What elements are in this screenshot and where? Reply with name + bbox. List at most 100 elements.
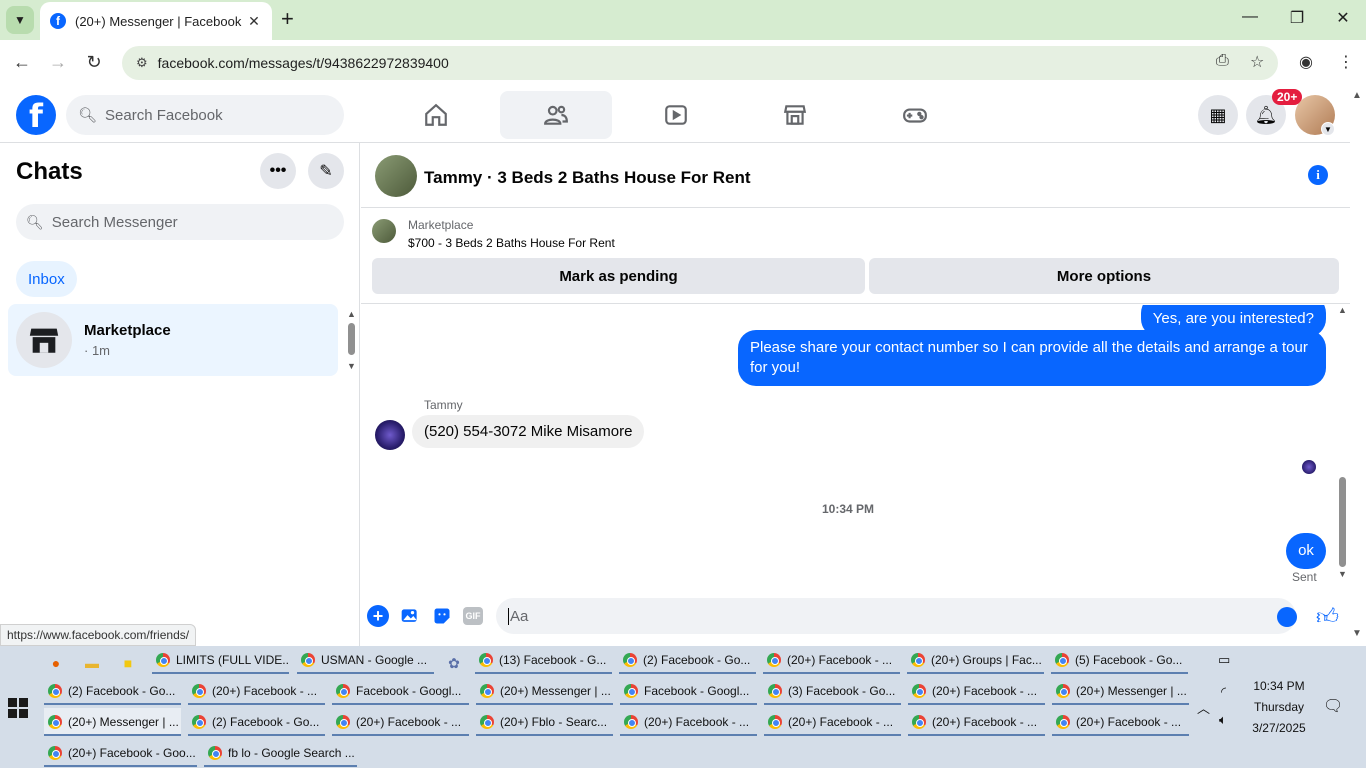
scroll-up-icon[interactable]: ▲ <box>1338 305 1347 315</box>
message-bubble-outgoing[interactable]: ok <box>1286 533 1326 569</box>
taskbar-window[interactable]: LIMITS (FULL VIDE... <box>152 646 289 674</box>
chevron-up-icon[interactable]: ︿ <box>1197 698 1210 717</box>
back-button[interactable]: ← <box>10 52 34 73</box>
search-icon: 🔍︎ <box>78 107 98 124</box>
chrome-icon <box>192 684 206 698</box>
taskbar-window[interactable]: (20+) Fblo - Searc... <box>476 708 613 736</box>
tab-close-icon[interactable]: ✕ <box>246 13 262 30</box>
file-explorer-icon[interactable]: ▬ <box>81 652 103 674</box>
close-window-button[interactable]: ✕ <box>1328 8 1358 28</box>
system-clock[interactable]: 10:34 PM Thursday 3/27/2025 <box>1244 676 1314 739</box>
minimize-button[interactable]: — <box>1235 8 1265 26</box>
taskbar-window[interactable]: (20+) Facebook - ... <box>620 708 757 736</box>
taskbar-window[interactable]: (2) Facebook - Go... <box>44 677 181 705</box>
taskbar-window[interactable]: (20+) Facebook - ... <box>764 708 901 736</box>
mark-as-pending-button[interactable]: Mark as pending <box>372 258 865 294</box>
notification-center-icon[interactable]: 🗨︎ <box>1323 696 1343 716</box>
omnibox[interactable]: ⚙ facebook.com/messages/t/94386229728394… <box>122 46 1278 80</box>
facebook-search-input[interactable]: 🔍︎ Search Facebook <box>66 95 344 135</box>
restore-button[interactable]: ❐ <box>1282 8 1312 28</box>
sidebar-scroll-thumb[interactable] <box>348 323 355 355</box>
taskbar-window-label: (20+) Facebook - ... <box>1076 715 1182 729</box>
taskbar-window[interactable]: (20+) Messenger | ... <box>476 677 613 705</box>
sticky-notes-icon[interactable]: ■ <box>117 652 139 674</box>
sticker-icon[interactable] <box>431 605 453 627</box>
page-scroll-up-icon[interactable]: ▲ <box>1352 90 1362 101</box>
taskbar-window[interactable]: Facebook - Googl... <box>332 677 469 705</box>
taskbar-window[interactable]: (5) Facebook - Go... <box>1051 646 1188 674</box>
conversation-scroll-thumb[interactable] <box>1339 477 1346 567</box>
app-icon[interactable]: ✿ <box>443 652 465 674</box>
taskbar-window[interactable]: (13) Facebook - G... <box>475 646 612 674</box>
scroll-down-icon[interactable]: ▼ <box>1338 569 1347 579</box>
account-caret-icon[interactable]: ▼ <box>1321 122 1335 136</box>
thumbs-up-icon[interactable]: 👍︎ <box>1316 603 1339 630</box>
taskbar-window[interactable]: (20+) Facebook - ... <box>908 677 1045 705</box>
taskbar-window[interactable]: (20+) Groups | Fac... <box>907 646 1044 674</box>
conversation-scrollbar[interactable]: ▲ ▼ <box>1336 305 1350 583</box>
firefox-icon[interactable]: ● <box>45 652 67 674</box>
taskbar-window[interactable]: (20+) Facebook - ... <box>763 646 900 674</box>
emoji-icon[interactable] <box>1277 607 1297 627</box>
taskbar-window-active[interactable]: (20+) Messenger | ... <box>44 708 181 736</box>
info-icon[interactable]: i <box>1308 165 1328 185</box>
chat-time: · 1m <box>84 343 110 358</box>
windows-start-icon[interactable] <box>8 698 28 718</box>
install-app-icon[interactable]: ⎙ <box>1216 52 1229 70</box>
taskbar-window[interactable]: (20+) Facebook - ... <box>188 677 325 705</box>
page-scroll-down-icon[interactable]: ▼ <box>1352 628 1362 639</box>
sidebar-scrollbar[interactable]: ▲ ▼ <box>347 309 356 371</box>
message-bubble-outgoing[interactable]: Please share your contact number so I ca… <box>738 330 1326 386</box>
nav-video[interactable] <box>620 91 732 139</box>
nav-friends[interactable] <box>500 91 612 139</box>
browser-tab-active[interactable]: f (20+) Messenger | Facebook ✕ <box>40 2 272 40</box>
scroll-down-icon[interactable]: ▼ <box>347 361 356 371</box>
messenger-search-input[interactable]: 🔍︎ Search Messenger <box>16 204 344 240</box>
volume-icon[interactable]: 🔈︎ <box>1219 712 1227 728</box>
taskbar-window[interactable]: (20+) Facebook - ... <box>332 708 469 736</box>
bookmark-star-icon[interactable]: ☆ <box>1250 52 1264 72</box>
site-info-icon[interactable]: ⚙ <box>136 55 148 71</box>
taskbar-window[interactable]: (2) Facebook - Go... <box>619 646 756 674</box>
tammy-avatar[interactable] <box>375 420 405 450</box>
taskbar-window[interactable]: (20+) Facebook - ... <box>908 708 1045 736</box>
listing-thumbnail[interactable] <box>372 219 396 243</box>
message-bubble-incoming[interactable]: (520) 554-3072 Mike Misamore <box>412 415 645 448</box>
taskbar-window[interactable]: fb lo - Google Search ... <box>204 739 357 767</box>
photo-icon[interactable] <box>399 605 421 627</box>
facebook-logo-icon[interactable]: f <box>16 95 56 135</box>
battery-icon[interactable]: ▭ <box>1218 652 1230 668</box>
reload-button[interactable]: ↻ <box>82 52 106 73</box>
taskbar-window[interactable]: USMAN - Google ... <box>297 646 434 674</box>
nav-marketplace[interactable] <box>739 91 851 139</box>
menu-grid-button[interactable]: ▦ <box>1198 95 1238 135</box>
plus-icon[interactable]: + <box>367 605 389 627</box>
new-message-button[interactable]: ✎ <box>308 153 344 189</box>
listing-title[interactable]: $700 - 3 Beds 2 Baths House For Rent <box>408 236 615 250</box>
chat-options-button[interactable]: ••• <box>260 153 296 189</box>
scroll-up-icon[interactable]: ▲ <box>347 309 356 319</box>
inbox-tab[interactable]: Inbox <box>16 261 77 297</box>
profile-icon[interactable]: ◉ <box>1299 52 1313 72</box>
tab-search-button[interactable]: ▼ <box>6 6 34 34</box>
conversation-avatar[interactable] <box>375 155 417 197</box>
taskbar-window[interactable]: (2) Facebook - Go... <box>188 708 325 736</box>
browser-menu-icon[interactable]: ⋮ <box>1338 52 1354 72</box>
taskbar-window-label: (20+) Facebook - ... <box>356 715 462 729</box>
taskbar-window[interactable]: Facebook - Googl... <box>620 677 757 705</box>
nav-gaming[interactable] <box>859 91 971 139</box>
taskbar-window-label: USMAN - Google ... <box>321 653 428 667</box>
new-tab-button[interactable]: + <box>281 8 294 30</box>
wifi-icon[interactable]: ◜ <box>1221 684 1226 700</box>
more-options-button[interactable]: More options <box>869 258 1339 294</box>
taskbar-window[interactable]: (20+) Facebook - ... <box>1052 708 1189 736</box>
forward-button[interactable]: → <box>46 52 70 73</box>
chat-list-item[interactable]: Marketplace · 1m <box>8 304 338 376</box>
nav-home[interactable] <box>380 91 492 139</box>
gif-icon[interactable]: GIF <box>463 607 483 625</box>
taskbar-window[interactable]: (20+) Messenger | ... <box>1052 677 1189 705</box>
conversation-title[interactable]: Tammy · 3 Beds 2 Baths House For Rent <box>424 168 751 188</box>
taskbar-window[interactable]: (20+) Facebook - Goo... <box>44 739 197 767</box>
taskbar-window[interactable]: (3) Facebook - Go... <box>764 677 901 705</box>
message-input[interactable]: Aa <box>496 598 1296 634</box>
